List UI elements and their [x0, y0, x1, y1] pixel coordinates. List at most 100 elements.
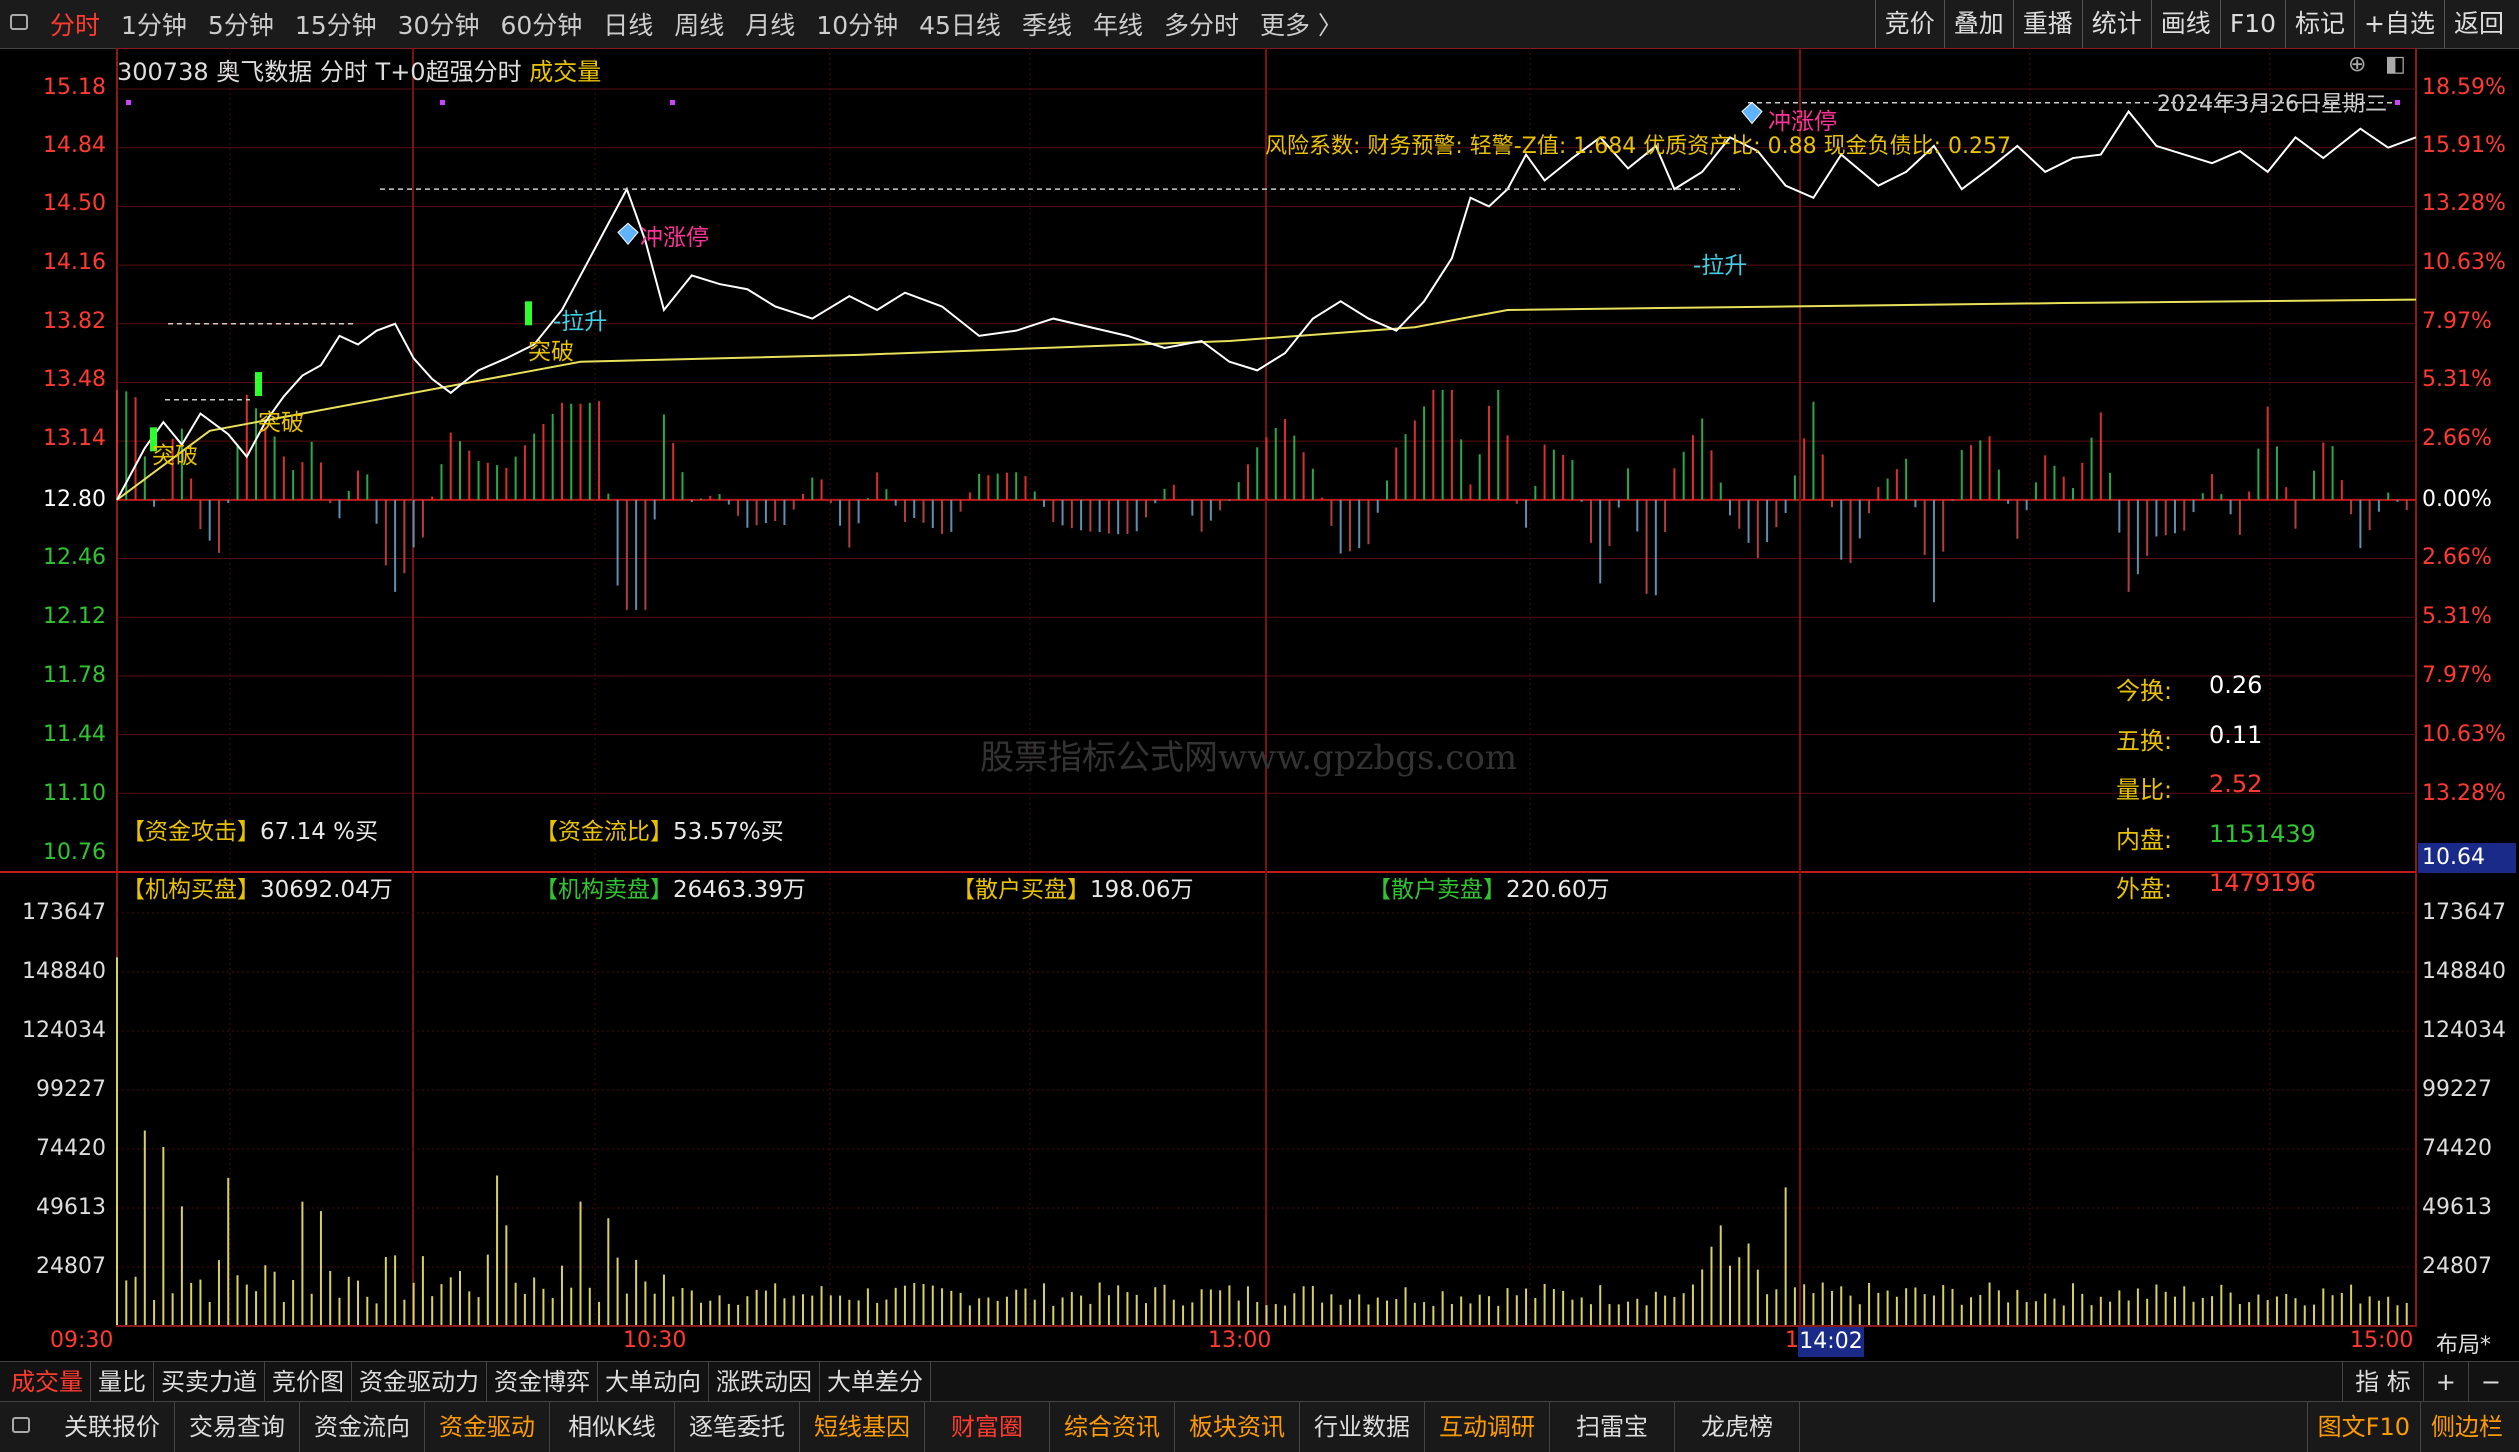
percent-axis-label: 2.66% [2422, 545, 2492, 570]
indicator-tab[interactable]: 涨跌动因 [709, 1362, 820, 1402]
period-tab[interactable]: 周线 [674, 6, 724, 42]
function-tab[interactable]: 板块资讯 [1175, 1402, 1300, 1452]
tool-button[interactable]: 竞价 [1874, 0, 1944, 48]
function-tab[interactable]: 综合资讯 [1050, 1402, 1175, 1452]
tool-button[interactable]: +自选 [2354, 0, 2444, 48]
indicator-control[interactable]: + [2422, 1362, 2468, 1402]
percent-axis-label: 7.97% [2422, 309, 2492, 334]
tool-button[interactable]: 重播 [2012, 0, 2082, 48]
signal-label: -拉升 [1693, 253, 1748, 279]
period-tab[interactable]: 1分钟 [121, 6, 187, 42]
tool-button[interactable]: 叠加 [1943, 0, 2013, 48]
function-tab[interactable]: 相似K线 [550, 1402, 675, 1452]
breakout-marker [525, 301, 532, 326]
function-tab[interactable]: 行业数据 [1300, 1402, 1425, 1452]
marker-dot [670, 100, 675, 105]
percent-axis-label: 13.28% [2422, 781, 2506, 806]
indicator-tab[interactable]: 资金博弈 [487, 1362, 598, 1402]
tool-button[interactable]: 画线 [2150, 0, 2220, 48]
volume-axis-label-right: 74420 [2422, 1136, 2492, 1161]
fund-label: 【资金攻击】 [122, 819, 260, 845]
function-tab[interactable]: 短线基因 [800, 1402, 925, 1452]
function-tab[interactable]: 关联报价 [50, 1402, 175, 1452]
period-tab[interactable]: 分时 [50, 6, 100, 42]
period-tab[interactable]: 60分钟 [500, 6, 582, 42]
price-axis-label: 12.46 [43, 545, 106, 570]
volume-axis-label: 173647 [22, 900, 106, 925]
volume-axis-label: 24807 [36, 1254, 106, 1279]
indicator-tabs: 成交量 量比 买卖力道 竞价图 资金驱动力 资金博弈 大单动向 涨跌动因 大单差分 [4, 1362, 931, 1402]
percent-axis-label: 18.59% [2422, 75, 2506, 100]
volume-axis-label: 74420 [36, 1136, 106, 1161]
indicator-tab[interactable]: 买卖力道 [154, 1362, 265, 1402]
indicator-control[interactable]: − [2467, 1362, 2513, 1402]
risk-info: 风险系数: 财务预警: 轻警-Z值: 1.684 优质资产比: 0.88 现金负… [1265, 134, 2011, 159]
function-tab[interactable]: 互动调研 [1425, 1402, 1550, 1452]
time-axis-label: 1 [1785, 1328, 1799, 1353]
volume-axis-label-right: 148840 [2422, 959, 2506, 984]
volume-axis-label-right: 99227 [2422, 1077, 2492, 1102]
function-right-button[interactable]: 侧边栏 [2420, 1402, 2513, 1452]
volume-axis-label: 99227 [36, 1077, 106, 1102]
expand-icon[interactable]: ⊕ [2348, 52, 2366, 77]
signal-label: 冲涨停 [640, 225, 709, 251]
period-tab[interactable]: 季线 [1022, 6, 1072, 42]
stock-name: 奥飞数据 [216, 58, 313, 86]
function-tab[interactable]: 交易查询 [175, 1402, 300, 1452]
tool-button[interactable]: 标记 [2285, 0, 2354, 48]
period-tab[interactable]: 月线 [745, 6, 795, 42]
indicator-tab[interactable]: 竞价图 [265, 1362, 352, 1402]
period-tab[interactable]: 15分钟 [295, 6, 377, 42]
fund-flow: 【资金流比】53.57%买 [535, 812, 784, 846]
volume-axis-label: 49613 [36, 1195, 106, 1220]
period-tab[interactable]: 45日线 [919, 6, 1001, 42]
indicator-tab[interactable]: 大单动向 [598, 1362, 709, 1402]
period-tab[interactable]: 10分钟 [816, 6, 898, 42]
price-axis-label: 14.84 [43, 133, 106, 158]
cursor-time-box: 14:02 [1798, 1327, 1864, 1357]
tool-button[interactable]: F10 [2219, 0, 2285, 48]
period-tab[interactable]: 30分钟 [398, 6, 480, 42]
price-axis-label: 13.82 [43, 309, 106, 334]
stat-value: 1479196 [2209, 869, 2316, 897]
tool-button[interactable]: 统计 [2081, 0, 2151, 48]
marker-dot [440, 100, 445, 105]
period-tab[interactable]: 日线 [603, 6, 653, 42]
function-right: 图文F10 侧边栏 [2306, 1402, 2513, 1452]
time-axis-label: 10:30 [623, 1328, 687, 1353]
percent-axis-label: 0.00% [2422, 487, 2492, 512]
function-tab[interactable]: 逐笔委托 [675, 1402, 800, 1452]
function-tab[interactable]: 扫雷宝 [1550, 1402, 1675, 1452]
volume-axis-label: 124034 [22, 1018, 106, 1043]
panel-icon[interactable]: ◧ [2385, 52, 2406, 77]
price-axis-label: 11.10 [43, 781, 106, 806]
function-tab[interactable]: 财富圈 [925, 1402, 1050, 1452]
signal-label: 冲涨停 [1768, 109, 1837, 135]
percent-axis-label: 7.97% [2422, 663, 2492, 688]
indicator-tab[interactable]: 成交量 [4, 1362, 91, 1402]
limit-up-diamond-icon [617, 222, 639, 246]
indicator-tab[interactable]: 大单差分 [820, 1362, 931, 1402]
function-right-button[interactable]: 图文F10 [2306, 1402, 2420, 1452]
fund-retail_buy: 【散户买盘】198.06万 [952, 870, 1193, 904]
indicator-tab[interactable]: 量比 [91, 1362, 154, 1402]
indicator-control[interactable]: 指 标 [2342, 1362, 2423, 1402]
fund-attack: 【资金攻击】67.14 %买 [122, 812, 378, 846]
period-tab[interactable]: 年线 [1093, 6, 1143, 42]
function-tab[interactable]: 资金驱动 [425, 1402, 550, 1452]
panel-toggle-icon[interactable] [12, 1417, 30, 1433]
indicator-tab[interactable]: 资金驱动力 [352, 1362, 487, 1402]
layout-button[interactable]: 布局* [2436, 1327, 2491, 1359]
window-menu-icon[interactable] [10, 14, 28, 30]
stock-code: 300738 [117, 58, 209, 86]
period-tab[interactable]: 多分时 [1164, 6, 1239, 42]
period-tab[interactable]: 5分钟 [208, 6, 274, 42]
tool-button[interactable]: 返回 [2443, 0, 2513, 48]
fund-label: 【资金流比】 [535, 819, 673, 845]
function-tab[interactable]: 龙虎榜 [1675, 1402, 1800, 1452]
cursor-price-box: 10.64 [2418, 843, 2516, 873]
stock-header: 300738 奥飞数据 分时 T+0超强分时 成交量 [117, 52, 601, 87]
function-tab[interactable]: 资金流向 [300, 1402, 425, 1452]
percent-axis-label: 5.31% [2422, 367, 2492, 392]
period-tab[interactable]: 更多 〉 [1260, 6, 1343, 42]
